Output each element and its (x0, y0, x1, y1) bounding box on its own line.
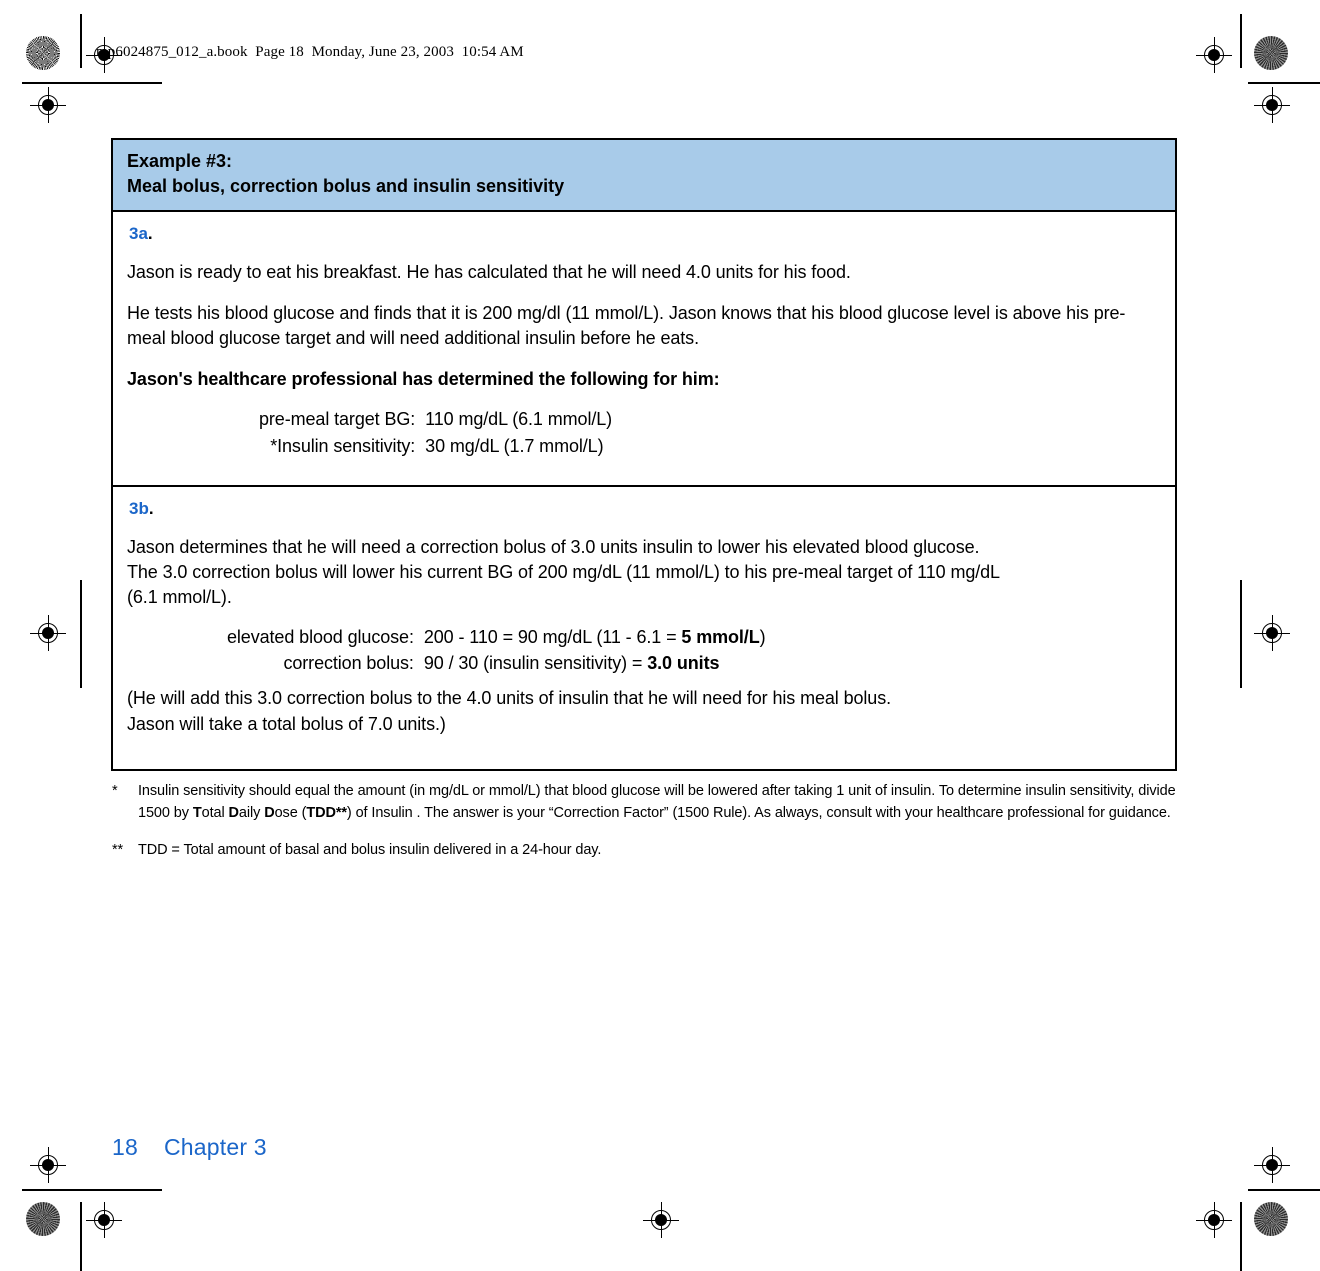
footnote-mark: ** (112, 841, 124, 858)
section-3a-label: 3a. (129, 224, 1161, 244)
running-head: mp6024875_012_a.book Page 18 Monday, Jun… (96, 44, 524, 60)
rosette-mark-bottom-left (26, 1202, 60, 1236)
section-3b-paragraph-line-3: (6.1 mmol/L). (127, 587, 232, 607)
crop-line-middle-right-vertical (1240, 580, 1242, 688)
footnote-double-asterisk: ** TDD = Total amount of basal and bolus… (112, 839, 1187, 861)
value-amount: 110 mg/dL (6.1 mmol/L) (425, 409, 613, 430)
registration-mark-top-right (1196, 37, 1232, 73)
value-label: correction bolus: (283, 653, 414, 674)
rosette-mark-top-left (26, 36, 60, 70)
crop-line-top-left-vertical (80, 14, 82, 68)
section-3a-label-period: . (147, 223, 153, 243)
section-3a: 3a. Jason is ready to eat his breakfast.… (113, 212, 1175, 487)
crop-line-middle-left-vertical (80, 580, 82, 688)
value-label: elevated blood glucose: (227, 627, 414, 648)
section-3b-label: 3b. (129, 499, 1161, 519)
footnote-part-3: aily (238, 805, 265, 822)
footnote-body: TDD = Total amount of basal and bolus in… (138, 839, 1187, 861)
rosette-mark-top-right (1254, 36, 1288, 70)
registration-mark-lower-left-inner (30, 1147, 66, 1183)
value-prefix: 90 / 30 (insulin sensitivity) = (423, 653, 648, 674)
value-label: *Insulin sensitivity: (270, 435, 416, 456)
registration-mark-upper-right-inner (1254, 87, 1290, 123)
table-row: elevated blood glucose: 200 - 110 = 90 m… (227, 624, 766, 650)
example-title-line1: Example #3: (127, 151, 233, 171)
section-3a-paragraph-2: He tests his blood glucose and finds tha… (127, 302, 1126, 349)
example-box: Example #3: Meal bolus, correction bolus… (111, 138, 1177, 771)
footnote-part-5: ) of Insulin . The answer is your “Corre… (346, 805, 1171, 822)
crop-line-top-left-horizontal (22, 82, 162, 84)
value-label: pre-meal target BG: (259, 409, 416, 430)
value-amount: 200 - 110 = 90 mg/dL (11 - 6.1 = 5 mmol/… (424, 624, 766, 650)
footnote-bold-4: TDD** (306, 805, 347, 822)
table-row: correction bolus: 90 / 30 (insulin sensi… (227, 650, 766, 676)
example-header: Example #3: Meal bolus, correction bolus… (113, 140, 1175, 212)
section-3b-paragraph-line-2: The 3.0 correction bolus will lower his … (127, 561, 1000, 582)
value-prefix: 200 - 110 = 90 mg/dL (11 - 6.1 = (423, 627, 682, 648)
example-title-line2: Meal bolus, correction bolus and insulin… (127, 175, 565, 196)
section-3b-closing-line-1: (He will add this 3.0 correction bolus t… (127, 688, 892, 709)
registration-mark-middle-right (1254, 615, 1290, 651)
value-bold: 5 mmol/L (681, 627, 760, 648)
section-3b-values-table: elevated blood glucose: 200 - 110 = 90 m… (227, 624, 766, 676)
section-3a-paragraph-1: Jason is ready to eat his breakfast. He … (127, 261, 851, 282)
section-3a-bold-lead: Jason's healthcare professional has dete… (127, 369, 720, 390)
footnote-part-2: otal (201, 805, 229, 822)
section-3a-values-table: pre-meal target BG: 110 mg/dL (6.1 mmol/… (259, 406, 612, 458)
crop-line-top-right-horizontal (1248, 82, 1320, 84)
section-3b-closing: (He will add this 3.0 correction bolus t… (127, 686, 1161, 736)
crop-line-bottom-left-horizontal (22, 1189, 162, 1191)
table-row: *Insulin sensitivity: 30 mg/dL (1.7 mmol… (259, 433, 612, 459)
registration-mark-bottom-right-inner (1254, 1147, 1290, 1183)
crop-line-bottom-left-vertical (80, 1202, 82, 1271)
footnote-asterisk: * Insulin sensitivity should equal the a… (112, 780, 1187, 825)
footnote-bold-3: D (264, 805, 275, 822)
footnote-part-1: TDD = Total amount of basal and bolus in… (138, 841, 602, 858)
footnote-mark: * (112, 783, 118, 799)
footnote-body: Insulin sensitivity should equal the amo… (138, 780, 1187, 825)
value-bold: 3.0 units (647, 653, 720, 674)
registration-mark-upper-left-inner (30, 87, 66, 123)
registration-mark-bottom-right (1196, 1202, 1232, 1238)
chapter-label: Chapter 3 (163, 1134, 267, 1160)
footnote-part-4: ose ( (274, 805, 307, 822)
section-3b-paragraph-line-1: Jason determines that he will need a cor… (127, 536, 980, 557)
crop-line-bottom-right-vertical (1240, 1202, 1242, 1271)
value-amount: 30 mg/dL (1.7 mmol/L) (425, 435, 604, 456)
crop-line-top-right-vertical (1240, 14, 1242, 68)
section-3b-paragraph: Jason determines that he will need a cor… (127, 535, 1161, 611)
registration-mark-middle-left (30, 615, 66, 651)
rosette-mark-bottom-right (1254, 1202, 1288, 1236)
crop-line-bottom-right-horizontal (1248, 1189, 1320, 1191)
value-amount: 90 / 30 (insulin sensitivity) = 3.0 unit… (424, 650, 766, 676)
section-3a-label-text: 3a (129, 223, 148, 243)
section-3b-label-text: 3b (129, 498, 149, 518)
page-number: 18 (112, 1134, 138, 1160)
footnote-bold-2: D (228, 805, 239, 822)
section-3b-label-period: . (148, 498, 154, 518)
value-suffix: ) (759, 627, 766, 648)
section-3b-closing-line-2: Jason will take a total bolus of 7.0 uni… (127, 713, 446, 734)
footnotes: * Insulin sensitivity should equal the a… (112, 780, 1187, 875)
registration-mark-bottom-left (86, 1202, 122, 1238)
page-footer: 18 Chapter 3 (112, 1134, 267, 1161)
footnote-bold-1: T (192, 805, 202, 822)
registration-mark-bottom-center (643, 1202, 679, 1238)
table-row: pre-meal target BG: 110 mg/dL (6.1 mmol/… (259, 406, 612, 432)
section-3b: 3b. Jason determines that he will need a… (113, 487, 1175, 769)
